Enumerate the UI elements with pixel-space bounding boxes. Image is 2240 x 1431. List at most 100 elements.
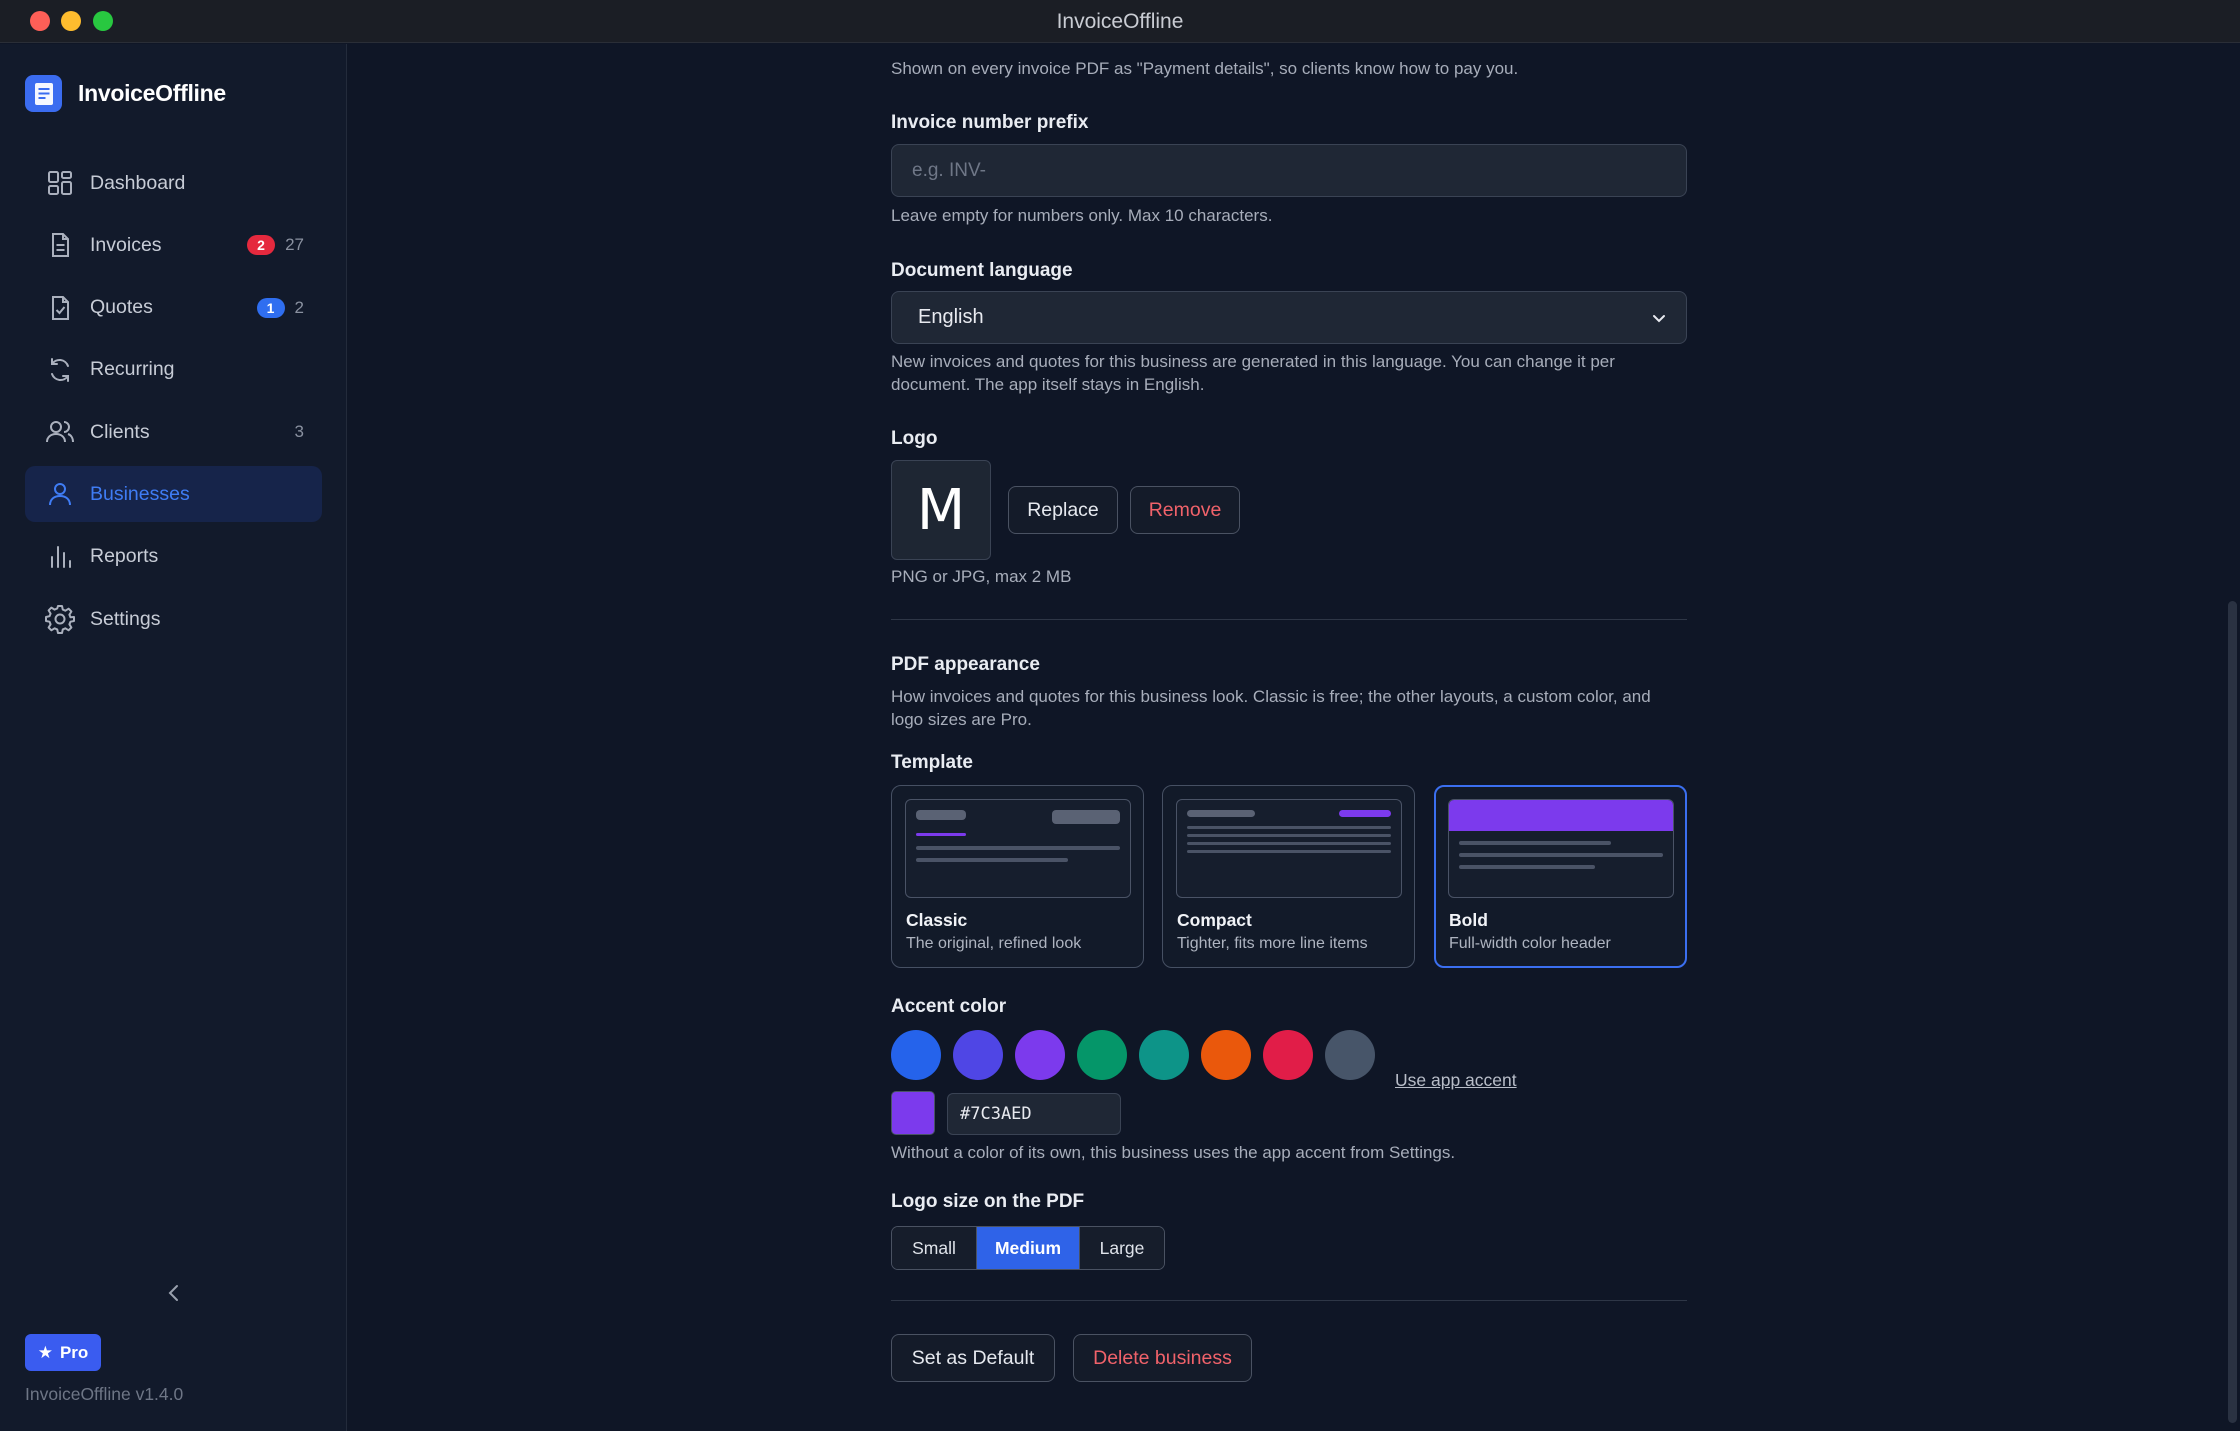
item-count: 2	[294, 297, 304, 317]
sidebar-item-label: Businesses	[90, 482, 190, 505]
sidebar-item-reports[interactable]: Reports	[25, 529, 322, 585]
business-icon	[45, 479, 75, 509]
template-card-bold[interactable]: Bold Full-width color header	[1434, 785, 1687, 968]
recurring-icon	[45, 355, 75, 385]
logo-help: PNG or JPG, max 2 MB	[891, 567, 1072, 586]
section-divider	[891, 1300, 1687, 1301]
template-name: Classic	[906, 910, 968, 930]
accent-color-label: Accent color	[891, 996, 1007, 1017]
clients-icon	[45, 417, 75, 447]
chevron-down-icon	[1653, 315, 1665, 323]
pro-button[interactable]: ★ Pro	[25, 1334, 101, 1371]
sidebar: InvoiceOffline Dashboard Invoices 2 27 Q…	[0, 44, 347, 1431]
sidebar-item-label: Settings	[90, 607, 161, 630]
hex-color-value: #7C3AED	[960, 1104, 1032, 1124]
item-count: 27	[285, 235, 304, 255]
unread-badge: 2	[247, 235, 276, 256]
window-title: InvoiceOffline	[1056, 10, 1184, 33]
accent-swatch[interactable]	[1263, 1030, 1313, 1080]
title-bar: InvoiceOffline	[0, 0, 2240, 43]
pdf-appearance-heading: PDF appearance	[891, 654, 1040, 675]
invoice-prefix-input[interactable]: e.g. INV-	[891, 144, 1687, 197]
scrollbar[interactable]	[2228, 601, 2237, 1423]
accent-swatch[interactable]	[1325, 1030, 1375, 1080]
accent-color-help: Without a color of its own, this busines…	[891, 1143, 1456, 1162]
document-language-select[interactable]: English	[891, 291, 1687, 344]
collapse-sidebar-button[interactable]	[163, 1282, 185, 1304]
settings-icon	[45, 604, 75, 635]
remove-logo-button[interactable]: Remove	[1130, 486, 1240, 534]
invoice-prefix-help: Leave empty for numbers only. Max 10 cha…	[891, 206, 1273, 225]
reports-icon	[45, 542, 75, 572]
logo-preview: M	[891, 460, 991, 560]
sidebar-item-invoices[interactable]: Invoices 2 27	[25, 217, 322, 273]
set-default-button[interactable]: Set as Default	[891, 1334, 1055, 1382]
sidebar-item-label: Invoices	[90, 233, 162, 256]
star-icon: ★	[37, 1342, 53, 1362]
document-language-value: English	[918, 306, 984, 328]
template-name: Compact	[1177, 910, 1252, 930]
app-logo-icon	[25, 75, 62, 112]
accent-swatch[interactable]	[953, 1030, 1003, 1080]
delete-business-button[interactable]: Delete business	[1073, 1334, 1252, 1382]
accent-swatches	[891, 1030, 1391, 1080]
template-preview	[1176, 799, 1402, 898]
sidebar-nav: Dashboard Invoices 2 27 Quotes 1 2 Recur…	[25, 155, 322, 653]
sidebar-item-dashboard[interactable]: Dashboard	[25, 155, 322, 211]
sidebar-item-businesses[interactable]: Businesses	[25, 466, 322, 523]
sidebar-item-clients[interactable]: Clients 3	[25, 404, 322, 460]
document-language-label: Document language	[891, 260, 1073, 281]
template-name: Bold	[1449, 910, 1488, 930]
template-card-compact[interactable]: Compact Tighter, fits more line items	[1162, 785, 1415, 968]
sidebar-item-label: Quotes	[90, 296, 153, 319]
logo-label: Logo	[891, 428, 938, 449]
sidebar-item-settings[interactable]: Settings	[25, 591, 322, 647]
hex-color-input[interactable]: #7C3AED	[947, 1093, 1121, 1135]
app-version: InvoiceOffline v1.4.0	[25, 1384, 184, 1404]
replace-logo-button[interactable]: Replace	[1008, 486, 1118, 534]
invoice-icon	[45, 230, 75, 260]
chevron-left-icon	[168, 1285, 178, 1301]
sidebar-item-recurring[interactable]: Recurring	[25, 342, 322, 398]
document-language-help: New invoices and quotes for this busines…	[891, 352, 1615, 394]
logo-letter: M	[916, 477, 966, 543]
logo-size-small[interactable]: Small	[892, 1227, 976, 1269]
sidebar-item-label: Dashboard	[90, 171, 186, 194]
template-preview	[905, 799, 1131, 898]
logo-size-medium[interactable]: Medium	[976, 1227, 1079, 1269]
template-desc: Full-width color header	[1449, 935, 1611, 952]
brand: InvoiceOffline	[25, 75, 226, 112]
accent-swatch[interactable]	[1201, 1030, 1251, 1080]
main-content: Shown on every invoice PDF as "Payment d…	[348, 44, 2240, 1431]
logo-size-label: Logo size on the PDF	[891, 1191, 1085, 1212]
section-divider	[891, 619, 1687, 620]
pro-label: Pro	[59, 1342, 89, 1362]
logo-size-segmented: Small Medium Large	[891, 1226, 1165, 1270]
sidebar-item-quotes[interactable]: Quotes 1 2	[25, 280, 322, 336]
invoice-prefix-label: Invoice number prefix	[891, 112, 1089, 133]
template-desc: The original, refined look	[906, 935, 1082, 952]
pdf-appearance-help: How invoices and quotes for this busines…	[891, 687, 1651, 729]
sidebar-item-label: Reports	[90, 545, 159, 568]
accent-swatch[interactable]	[1139, 1030, 1189, 1080]
item-count: 3	[294, 422, 304, 442]
template-picker: Classic The original, refined look Compa…	[891, 785, 1687, 968]
accent-swatch[interactable]	[891, 1030, 941, 1080]
dashboard-icon	[45, 168, 75, 198]
invoice-prefix-placeholder: e.g. INV-	[912, 159, 986, 181]
template-label: Template	[891, 752, 974, 773]
sidebar-item-label: Recurring	[90, 358, 175, 381]
unread-badge: 1	[256, 297, 285, 318]
template-desc: Tighter, fits more line items	[1177, 935, 1368, 952]
accent-swatch[interactable]	[1015, 1030, 1065, 1080]
template-card-classic[interactable]: Classic The original, refined look	[891, 785, 1144, 968]
app-name: InvoiceOffline	[78, 80, 226, 106]
use-app-accent-link[interactable]: Use app accent	[1395, 1070, 1517, 1091]
logo-size-large[interactable]: Large	[1079, 1227, 1164, 1269]
sidebar-item-label: Clients	[90, 420, 150, 443]
custom-color-swatch[interactable]	[891, 1091, 935, 1135]
quote-icon	[45, 293, 75, 323]
template-preview	[1448, 799, 1674, 898]
payment-details-help: Shown on every invoice PDF as "Payment d…	[891, 59, 1519, 78]
accent-swatch[interactable]	[1077, 1030, 1127, 1080]
